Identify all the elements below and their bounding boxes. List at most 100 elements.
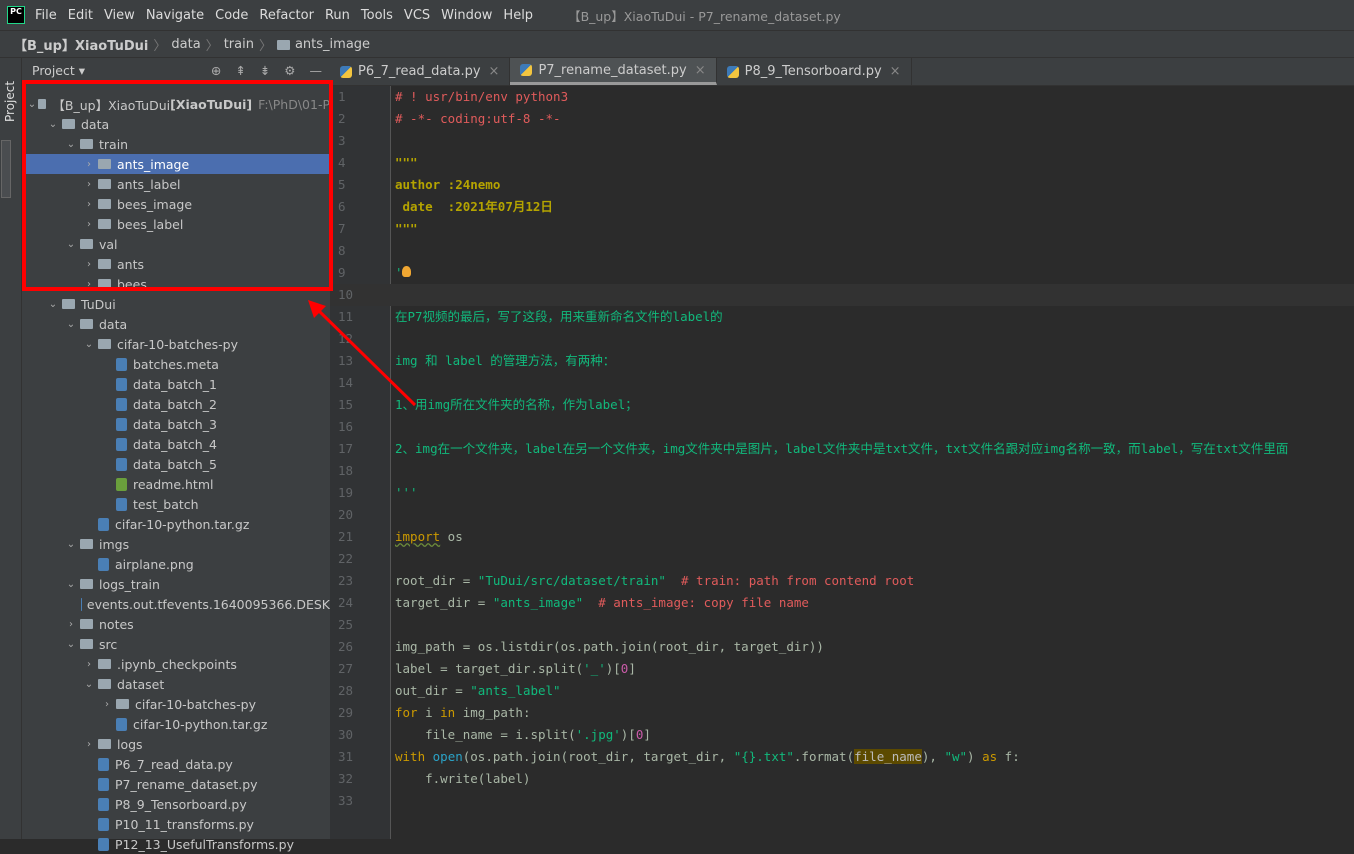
tree-item[interactable]: ›cifar-10-batches-py xyxy=(22,694,330,714)
tree-item[interactable]: readme.html xyxy=(22,474,330,494)
code-line[interactable]: 28out_dir = "ants_label" xyxy=(330,680,1354,702)
menu-edit[interactable]: Edit xyxy=(68,8,93,23)
code-line[interactable]: 11在P7视频的最后，写了这段，用来重新命名文件的label的 xyxy=(330,306,1354,328)
tab-P6_7_read_data.py[interactable]: P6_7_read_data.py× xyxy=(330,58,510,85)
tree-item[interactable]: cifar-10-python.tar.gz xyxy=(22,514,330,534)
tree-item[interactable]: ›ants_image xyxy=(22,154,330,174)
close-icon[interactable]: × xyxy=(890,64,901,79)
menu-tools[interactable]: Tools xyxy=(361,8,393,23)
menu-window[interactable]: Window xyxy=(441,8,492,23)
menu-vcs[interactable]: VCS xyxy=(404,8,430,23)
tree-item[interactable]: ›.ipynb_checkpoints xyxy=(22,654,330,674)
lightbulb-icon[interactable] xyxy=(402,266,411,277)
tree-item[interactable]: ⌄data xyxy=(22,314,330,334)
tree-item[interactable]: P8_9_Tensorboard.py xyxy=(22,794,330,814)
code-line[interactable]: 4""" xyxy=(330,152,1354,174)
tree-item[interactable]: data_batch_5 xyxy=(22,454,330,474)
expand-all-icon[interactable]: ⇞ xyxy=(235,63,245,78)
menu-view[interactable]: View xyxy=(104,8,135,23)
code-line[interactable]: 151、用img所在文件夹的名称，作为label； xyxy=(330,394,1354,416)
tree-item[interactable]: ⌄imgs xyxy=(22,534,330,554)
chevron-down-icon[interactable]: ⌄ xyxy=(44,299,62,310)
chevron-right-icon[interactable]: › xyxy=(80,279,98,290)
code-line[interactable]: 3 xyxy=(330,130,1354,152)
hide-icon[interactable]: — xyxy=(310,63,323,78)
code-line[interactable]: 172、img在一个文件夹，label在另一个文件夹，img文件夹中是图片，la… xyxy=(330,438,1354,460)
code-line[interactable]: 31with open(os.path.join(root_dir, targe… xyxy=(330,746,1354,768)
code-line[interactable]: 2# -*- coding:utf-8 -*- xyxy=(330,108,1354,130)
chevron-down-icon[interactable]: ⌄ xyxy=(44,119,62,130)
chevron-down-icon[interactable]: ⌄ xyxy=(26,99,38,110)
code-line[interactable]: 19''' xyxy=(330,482,1354,504)
tree-item[interactable]: ⌄dataset xyxy=(22,674,330,694)
code-line[interactable]: 24target_dir = "ants_image" # ants_image… xyxy=(330,592,1354,614)
close-icon[interactable]: × xyxy=(695,63,706,78)
chevron-right-icon[interactable]: › xyxy=(80,739,98,750)
tree-item[interactable]: P12_13_UsefulTransforms.py xyxy=(22,834,330,854)
breadcrumb-item[interactable]: data xyxy=(171,37,200,52)
chevron-down-icon[interactable]: ⌄ xyxy=(62,539,80,550)
tree-item[interactable]: P6_7_read_data.py xyxy=(22,754,330,774)
chevron-right-icon[interactable]: › xyxy=(80,179,98,190)
tab-P8_9_Tensorboard.py[interactable]: P8_9_Tensorboard.py× xyxy=(717,58,912,85)
tree-item[interactable]: ›logs xyxy=(22,734,330,754)
tree-item[interactable]: data_batch_2 xyxy=(22,394,330,414)
code-line[interactable]: 14 xyxy=(330,372,1354,394)
code-line[interactable]: 30 file_name = i.split('.jpg')[0] xyxy=(330,724,1354,746)
project-tool-tab[interactable]: Project xyxy=(3,72,17,122)
project-view-dropdown[interactable]: Project ▾ xyxy=(32,63,85,78)
code-line[interactable]: 16 xyxy=(330,416,1354,438)
code-line[interactable]: 8 xyxy=(330,240,1354,262)
tree-item[interactable]: P10_11_transforms.py xyxy=(22,814,330,834)
chevron-down-icon[interactable]: ⌄ xyxy=(62,139,80,150)
code-line[interactable]: 26img_path = os.listdir(os.path.join(roo… xyxy=(330,636,1354,658)
code-line[interactable]: 21import os xyxy=(330,526,1354,548)
chevron-right-icon[interactable]: › xyxy=(80,659,98,670)
tree-item[interactable]: ⌄cifar-10-batches-py xyxy=(22,334,330,354)
code-line[interactable]: 1# ! usr/bin/env python3 xyxy=(330,86,1354,108)
code-line[interactable]: 27label = target_dir.split('_')[0] xyxy=(330,658,1354,680)
chevron-right-icon[interactable]: › xyxy=(80,259,98,270)
chevron-down-icon[interactable]: ⌄ xyxy=(62,579,80,590)
breadcrumb-item[interactable]: 【B_up】XiaoTuDui xyxy=(14,35,148,54)
code-line[interactable]: 12 xyxy=(330,328,1354,350)
tree-item[interactable]: ›bees xyxy=(22,274,330,294)
tab-P7_rename_dataset.py[interactable]: P7_rename_dataset.py× xyxy=(510,58,716,85)
tree-item[interactable]: test_batch xyxy=(22,494,330,514)
chevron-down-icon[interactable]: ⌄ xyxy=(62,319,80,330)
code-line[interactable]: 7""" xyxy=(330,218,1354,240)
menu-file[interactable]: File xyxy=(35,8,57,23)
tree-item[interactable]: data_batch_1 xyxy=(22,374,330,394)
tree-item[interactable]: airplane.png xyxy=(22,554,330,574)
tree-item[interactable]: ›ants_label xyxy=(22,174,330,194)
structure-tool-tab[interactable] xyxy=(1,140,11,198)
code-line[interactable]: 23root_dir = "TuDui/src/dataset/train" #… xyxy=(330,570,1354,592)
tree-item[interactable]: ⌄【B_up】XiaoTuDui [XiaoTuDui]F:\PhD\01-P xyxy=(22,94,330,114)
code-line[interactable]: 9' xyxy=(330,262,1354,284)
chevron-right-icon[interactable]: › xyxy=(80,159,98,170)
code-line[interactable]: 22 xyxy=(330,548,1354,570)
close-icon[interactable]: × xyxy=(489,64,500,79)
menu-code[interactable]: Code xyxy=(215,8,248,23)
gear-icon[interactable]: ⚙ xyxy=(284,63,295,78)
chevron-down-icon[interactable]: ⌄ xyxy=(80,679,98,690)
tree-item[interactable]: ⌄src xyxy=(22,634,330,654)
chevron-right-icon[interactable]: › xyxy=(98,699,116,710)
code-line[interactable]: 20 xyxy=(330,504,1354,526)
tree-item[interactable]: events.out.tfevents.1640095366.DESK xyxy=(22,594,330,614)
tree-item[interactable]: ›notes xyxy=(22,614,330,634)
chevron-down-icon[interactable]: ⌄ xyxy=(62,639,80,650)
menu-help[interactable]: Help xyxy=(503,8,533,23)
code-line[interactable]: 25 xyxy=(330,614,1354,636)
chevron-down-icon[interactable]: ⌄ xyxy=(62,239,80,250)
locate-icon[interactable]: ⊕ xyxy=(211,63,221,78)
chevron-down-icon[interactable]: ⌄ xyxy=(80,339,98,350)
breadcrumb-item[interactable]: train xyxy=(224,37,254,52)
code-line[interactable]: 33 xyxy=(330,790,1354,812)
tree-item[interactable]: ⌄TuDui xyxy=(22,294,330,314)
menu-refactor[interactable]: Refactor xyxy=(259,8,314,23)
tree-item[interactable]: ⌄data xyxy=(22,114,330,134)
tree-item[interactable]: P7_rename_dataset.py xyxy=(22,774,330,794)
code-line[interactable]: 18 xyxy=(330,460,1354,482)
chevron-right-icon[interactable]: › xyxy=(80,219,98,230)
